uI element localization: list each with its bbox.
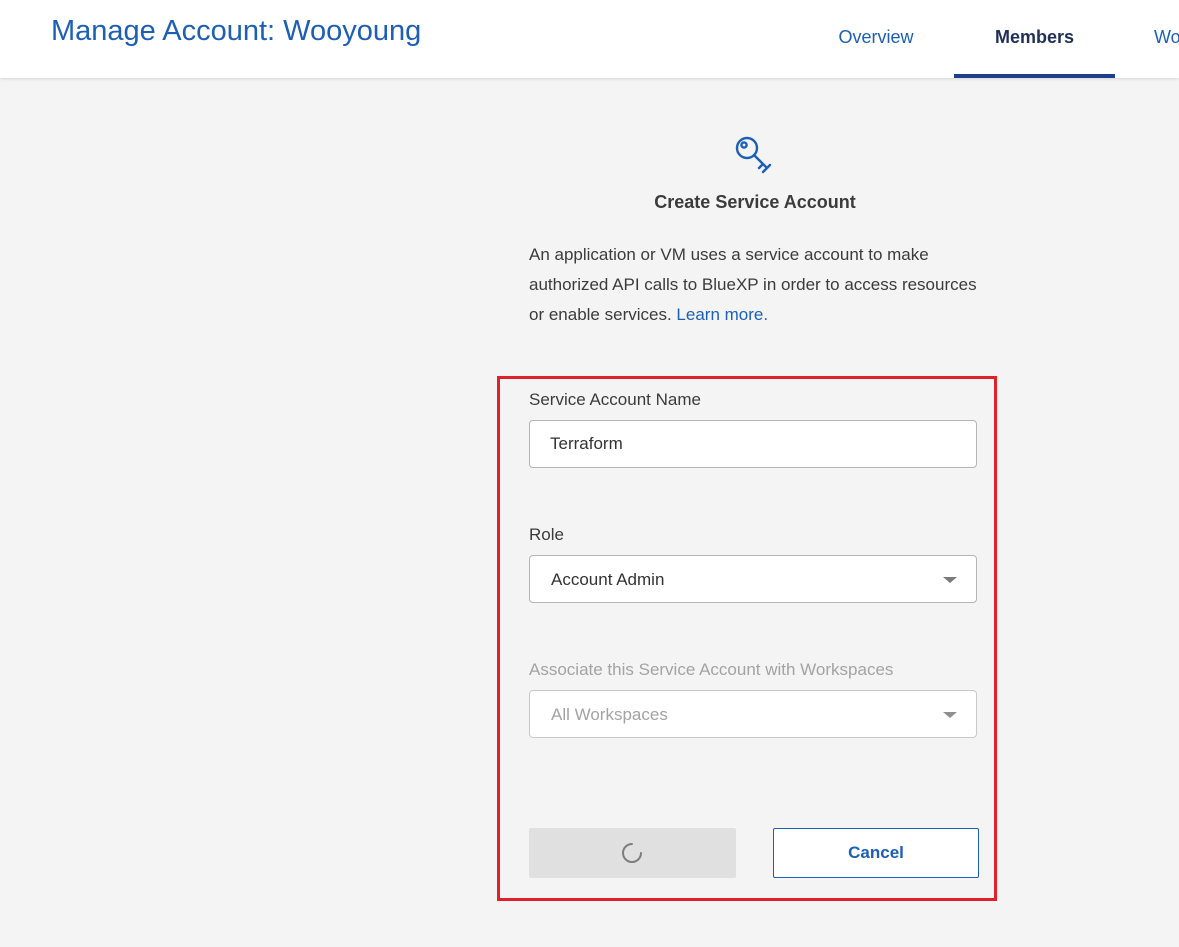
workspaces-select: All Workspaces <box>529 690 977 738</box>
form-description: An application or VM uses a service acco… <box>529 240 989 330</box>
service-account-name-input[interactable] <box>529 420 977 468</box>
role-label: Role <box>529 525 564 544</box>
tab-members[interactable]: Members <box>954 0 1115 78</box>
top-header: Manage Account: Wooyoung Overview Member… <box>0 0 1179 78</box>
role-selected-value: Account Admin <box>551 570 665 589</box>
active-tab-underline <box>954 74 1115 78</box>
service-account-name-label: Service Account Name <box>529 390 701 409</box>
workspaces-selected-value: All Workspaces <box>551 705 668 724</box>
chevron-down-icon <box>943 712 957 718</box>
tab-workspaces[interactable]: Wo <box>1154 0 1179 78</box>
tab-overview[interactable]: Overview <box>822 0 930 78</box>
cancel-button[interactable]: Cancel <box>773 828 979 878</box>
key-icon <box>735 136 772 174</box>
form-title: Create Service Account <box>654 192 856 212</box>
tab-members-label: Members <box>994 27 1075 47</box>
learn-more-link[interactable]: Learn more. <box>676 305 768 324</box>
loading-spinner-icon <box>622 843 642 863</box>
chevron-down-icon <box>943 577 957 583</box>
workspaces-label: Associate this Service Account with Work… <box>529 660 894 679</box>
role-select[interactable]: Account Admin <box>529 555 977 603</box>
page-title: Manage Account: Wooyoung <box>51 15 422 47</box>
